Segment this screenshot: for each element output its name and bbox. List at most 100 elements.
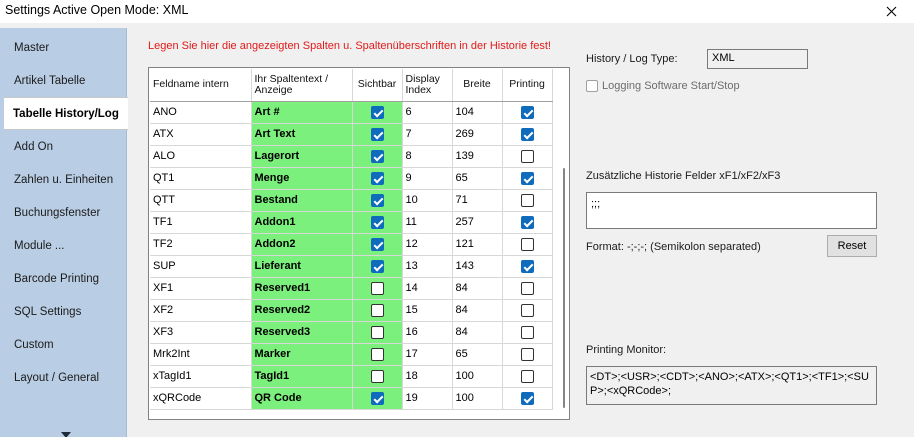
printing-checkbox[interactable] xyxy=(520,171,534,185)
printing-checkbox[interactable] xyxy=(520,127,534,141)
cell-sichtbar[interactable] xyxy=(352,343,403,366)
cell-spaltentext[interactable]: Art Text xyxy=(251,123,353,146)
sichtbar-checkbox[interactable] xyxy=(370,171,384,185)
cell-breite[interactable]: 104 xyxy=(452,101,503,124)
cell-printing[interactable] xyxy=(502,321,553,344)
sidebar-item[interactable]: Zahlen u. Einheiten xyxy=(0,163,127,196)
printing-checkbox[interactable] xyxy=(520,149,534,163)
cell-spaltentext[interactable]: Marker xyxy=(251,343,353,366)
logging-start-stop-option[interactable]: Logging Software Start/Stop xyxy=(586,80,740,92)
sidebar-item[interactable]: Barcode Printing xyxy=(0,262,127,295)
cell-breite[interactable]: 269 xyxy=(452,123,503,146)
cell-display-index[interactable]: 11 xyxy=(402,211,453,234)
cell-display-index[interactable]: 12 xyxy=(402,233,453,256)
cell-spaltentext[interactable]: Lieferant xyxy=(251,255,353,278)
cell-printing[interactable] xyxy=(502,387,553,410)
cell-display-index[interactable]: 19 xyxy=(402,387,453,410)
sichtbar-checkbox[interactable] xyxy=(370,325,384,339)
column-header-sichtbar[interactable]: Sichtbar xyxy=(352,69,403,102)
cell-spaltentext[interactable]: Reserved1 xyxy=(251,277,353,300)
cell-printing[interactable] xyxy=(502,145,553,168)
column-header-feldname[interactable]: Feldname intern xyxy=(150,69,252,102)
sichtbar-checkbox[interactable] xyxy=(370,259,384,273)
sichtbar-checkbox[interactable] xyxy=(370,105,384,119)
cell-spaltentext[interactable]: Addon2 xyxy=(251,233,353,256)
logging-start-stop-checkbox[interactable] xyxy=(586,80,598,92)
cell-spaltentext[interactable]: Addon1 xyxy=(251,211,353,234)
cell-spaltentext[interactable]: Reserved2 xyxy=(251,299,353,322)
cell-printing[interactable] xyxy=(502,123,553,146)
cell-spaltentext[interactable]: Reserved3 xyxy=(251,321,353,344)
cell-display-index[interactable]: 9 xyxy=(402,167,453,190)
cell-breite[interactable]: 84 xyxy=(452,277,503,300)
grid-scrollbar[interactable] xyxy=(559,168,568,408)
cell-display-index[interactable]: 10 xyxy=(402,189,453,212)
printing-checkbox[interactable] xyxy=(520,325,534,339)
table-row[interactable]: SUP Lieferant 13 143 xyxy=(150,255,553,278)
printing-checkbox[interactable] xyxy=(520,391,534,405)
table-row[interactable]: Mrk2Int Marker 17 65 xyxy=(150,343,553,366)
cell-printing[interactable] xyxy=(502,211,553,234)
sichtbar-checkbox[interactable] xyxy=(370,237,384,251)
column-header-printing[interactable]: Printing xyxy=(502,69,553,102)
printing-checkbox[interactable] xyxy=(520,281,534,295)
sidebar-item[interactable]: Module ... xyxy=(0,229,127,262)
cell-spaltentext[interactable]: QR Code xyxy=(251,387,353,410)
cell-printing[interactable] xyxy=(502,365,553,388)
cell-printing[interactable] xyxy=(502,277,553,300)
table-row[interactable]: xTagId1 TagId1 18 100 xyxy=(150,365,553,388)
cell-printing[interactable] xyxy=(502,343,553,366)
cell-breite[interactable]: 143 xyxy=(452,255,503,278)
cell-printing[interactable] xyxy=(502,299,553,322)
table-row[interactable]: xQRCode QR Code 19 100 xyxy=(150,387,553,410)
cell-printing[interactable] xyxy=(502,167,553,190)
cell-breite[interactable]: 84 xyxy=(452,321,503,344)
printing-checkbox[interactable] xyxy=(520,303,534,317)
cell-display-index[interactable]: 6 xyxy=(402,101,453,124)
column-header-spaltentext[interactable]: Ihr Spaltentext / Anzeige xyxy=(251,69,353,102)
sidebar-item[interactable]: SQL Settings xyxy=(0,295,127,328)
cell-printing[interactable] xyxy=(502,233,553,256)
sidebar-item[interactable]: Artikel Tabelle xyxy=(0,64,127,97)
cell-sichtbar[interactable] xyxy=(352,189,403,212)
cell-display-index[interactable]: 18 xyxy=(402,365,453,388)
cell-sichtbar[interactable] xyxy=(352,365,403,388)
sichtbar-checkbox[interactable] xyxy=(370,369,384,383)
sidebar-item[interactable]: Custom xyxy=(0,328,127,361)
cell-display-index[interactable]: 17 xyxy=(402,343,453,366)
cell-breite[interactable]: 121 xyxy=(452,233,503,256)
table-row[interactable]: TF1 Addon1 11 257 xyxy=(150,211,553,234)
cell-breite[interactable]: 71 xyxy=(452,189,503,212)
cell-sichtbar[interactable] xyxy=(352,299,403,322)
column-header-breite[interactable]: Breite xyxy=(452,69,503,102)
cell-spaltentext[interactable]: Menge xyxy=(251,167,353,190)
cell-display-index[interactable]: 14 xyxy=(402,277,453,300)
cell-breite[interactable]: 65 xyxy=(452,167,503,190)
sidebar-item[interactable]: Master xyxy=(0,31,127,64)
table-row[interactable]: TF2 Addon2 12 121 xyxy=(150,233,553,256)
sichtbar-checkbox[interactable] xyxy=(370,281,384,295)
cell-sichtbar[interactable] xyxy=(352,101,403,124)
cell-sichtbar[interactable] xyxy=(352,233,403,256)
table-row[interactable]: XF3 Reserved3 16 84 xyxy=(150,321,553,344)
printing-checkbox[interactable] xyxy=(520,105,534,119)
printing-checkbox[interactable] xyxy=(520,215,534,229)
sidebar-item[interactable]: Buchungsfenster xyxy=(0,196,127,229)
cell-sichtbar[interactable] xyxy=(352,167,403,190)
table-row[interactable]: QT1 Menge 9 65 xyxy=(150,167,553,190)
table-row[interactable]: ALO Lagerort 8 139 xyxy=(150,145,553,168)
extra-fields-input[interactable]: ;;; xyxy=(586,192,877,229)
table-row[interactable]: QTT Bestand 10 71 xyxy=(150,189,553,212)
cell-sichtbar[interactable] xyxy=(352,211,403,234)
printing-checkbox[interactable] xyxy=(520,369,534,383)
table-row[interactable]: XF1 Reserved1 14 84 xyxy=(150,277,553,300)
cell-spaltentext[interactable]: Art # xyxy=(251,101,353,124)
cell-breite[interactable]: 257 xyxy=(452,211,503,234)
column-header-display-index[interactable]: Display Index xyxy=(402,69,453,102)
table-row[interactable]: XF2 Reserved2 15 84 xyxy=(150,299,553,322)
printing-checkbox[interactable] xyxy=(520,347,534,361)
printing-checkbox[interactable] xyxy=(520,259,534,273)
cell-printing[interactable] xyxy=(502,189,553,212)
sichtbar-checkbox[interactable] xyxy=(370,391,384,405)
cell-spaltentext[interactable]: Lagerort xyxy=(251,145,353,168)
